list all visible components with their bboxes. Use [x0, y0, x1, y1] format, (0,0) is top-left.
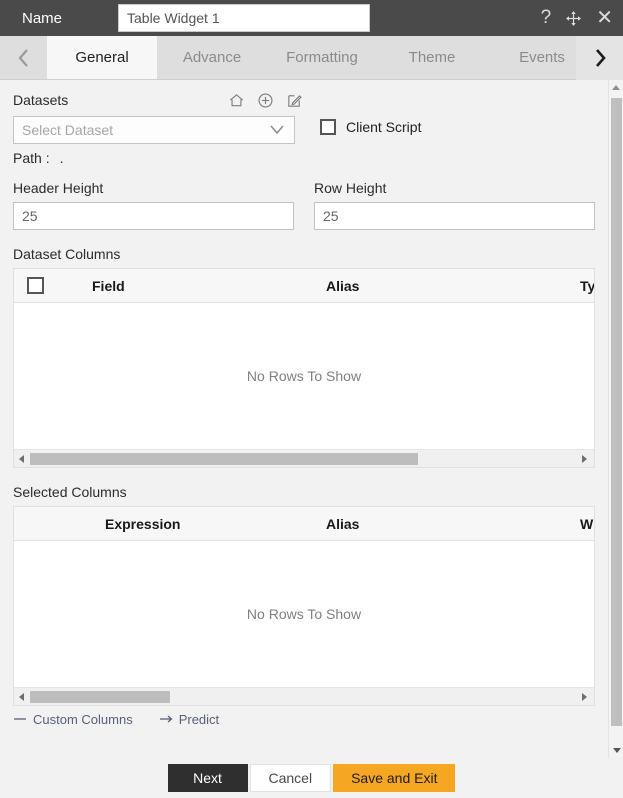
triangle-up-icon[interactable]	[609, 80, 623, 96]
tab-formatting[interactable]: Formatting	[267, 36, 377, 79]
titlebar-actions: ? ✕	[541, 0, 613, 36]
tab-theme-label: Theme	[408, 49, 456, 66]
tab-events-label: Events	[519, 49, 565, 66]
dataset-select-row: Select Dataset Client Script	[13, 116, 595, 144]
triangle-right-icon[interactable]	[576, 454, 592, 464]
header-height-field: Header Height	[13, 180, 294, 230]
cancel-button[interactable]: Cancel	[249, 764, 332, 792]
dataset-select-placeholder: Select Dataset	[22, 122, 114, 138]
row-height-label: Row Height	[314, 180, 387, 196]
datasets-label: Datasets	[13, 92, 69, 108]
help-icon[interactable]: ?	[541, 7, 552, 29]
selected-columns-body: No Rows To Show	[14, 541, 594, 687]
widget-name-input[interactable]	[118, 4, 370, 32]
general-tab-panel: Datasets Select Dataset Client Script Pa…	[0, 80, 608, 758]
tab-advance-label: Advance	[182, 49, 242, 66]
path-value: .	[59, 150, 64, 166]
selected-columns-title: Selected Columns	[13, 484, 127, 500]
path-label: Path :	[13, 150, 50, 166]
chevron-left-icon	[16, 47, 32, 69]
dataset-actions	[228, 92, 303, 109]
triangle-left-icon[interactable]	[14, 692, 30, 702]
selected-columns-hscrollbar[interactable]	[14, 687, 594, 705]
tab-formatting-label: Formatting	[286, 49, 358, 66]
tabs-scroll-left-button[interactable]	[0, 36, 47, 79]
column-header-alias[interactable]: Alias	[326, 278, 359, 294]
triangle-down-icon[interactable]	[609, 742, 623, 758]
tab-general[interactable]: General	[47, 36, 157, 79]
selected-columns-header: Expression Alias W	[14, 507, 594, 541]
column-header-type[interactable]: Ty	[580, 278, 594, 294]
custom-columns-link[interactable]: Custom Columns	[13, 712, 133, 726]
triangle-left-icon[interactable]	[14, 454, 30, 464]
next-button[interactable]: Next	[167, 764, 248, 792]
selected-columns-hscroll-thumb[interactable]	[30, 690, 170, 703]
edit-pencil-icon[interactable]	[286, 92, 303, 109]
dataset-columns-empty-message: No Rows To Show	[246, 368, 362, 384]
widget-config-dialog: Name ? ✕	[0, 0, 623, 798]
move-arrows-icon[interactable]	[565, 10, 582, 27]
header-height-input[interactable]	[13, 202, 294, 230]
add-circle-icon[interactable]	[257, 92, 274, 109]
dataset-columns-title: Dataset Columns	[13, 246, 121, 262]
panel-vscroll-thumb[interactable]	[611, 98, 622, 726]
dataset-columns-body: No Rows To Show	[14, 303, 594, 449]
name-label: Name	[22, 9, 63, 27]
row-height-field: Row Height	[314, 180, 595, 230]
dialog-titlebar: Name ? ✕	[0, 0, 623, 36]
select-all-checkbox[interactable]	[27, 277, 44, 294]
dataset-columns-hscrollbar[interactable]	[14, 449, 594, 467]
path-row: Path : .	[13, 150, 595, 166]
tab-general-label: General	[75, 49, 129, 66]
selected-columns-grid: Expression Alias W No Rows To Show	[13, 506, 595, 706]
triangle-right-icon[interactable]	[576, 692, 592, 702]
tabs-scroll-right-button[interactable]	[576, 36, 623, 80]
client-script-toggle[interactable]: Client Script	[320, 119, 421, 135]
column-header-alias-2[interactable]: Alias	[326, 516, 359, 532]
save-and-exit-button[interactable]: Save and Exit	[333, 764, 456, 792]
header-height-label: Header Height	[13, 180, 104, 196]
client-script-label: Client Script	[346, 119, 422, 135]
dialog-footer: Next Cancel Save and Exit	[0, 758, 623, 798]
bottom-links: Custom Columns Predict	[13, 712, 595, 726]
minus-icon	[13, 712, 27, 726]
tab-advance[interactable]: Advance	[157, 36, 267, 79]
chevron-down-icon	[268, 123, 286, 142]
row-height-input[interactable]	[314, 202, 595, 230]
chevron-right-icon	[592, 46, 608, 70]
predict-link[interactable]: Predict	[159, 712, 219, 726]
close-icon[interactable]: ✕	[596, 8, 613, 28]
custom-columns-label: Custom Columns	[33, 712, 133, 726]
client-script-checkbox[interactable]	[320, 119, 336, 135]
dataset-select[interactable]: Select Dataset	[13, 116, 295, 144]
panel-vertical-scrollbar[interactable]	[608, 80, 623, 758]
dataset-columns-header: Field Alias Ty	[14, 269, 594, 303]
predict-label: Predict	[178, 712, 220, 726]
selected-columns-empty-message: No Rows To Show	[246, 606, 362, 622]
tab-list: General Advance Formatting Theme Events	[47, 36, 623, 79]
tab-theme[interactable]: Theme	[377, 36, 487, 79]
column-header-width[interactable]: W	[580, 516, 593, 532]
height-fields-row: Header Height Row Height	[13, 180, 595, 230]
column-header-field[interactable]: Field	[92, 278, 125, 294]
arrow-right-icon	[159, 712, 173, 726]
tab-bar: General Advance Formatting Theme Events	[0, 36, 623, 80]
dataset-columns-hscroll-thumb[interactable]	[30, 452, 418, 465]
column-header-expression[interactable]: Expression	[105, 516, 180, 532]
datasets-header-row: Datasets	[13, 88, 595, 112]
dataset-columns-grid: Field Alias Ty No Rows To Show	[13, 268, 595, 468]
home-icon[interactable]	[228, 92, 245, 109]
